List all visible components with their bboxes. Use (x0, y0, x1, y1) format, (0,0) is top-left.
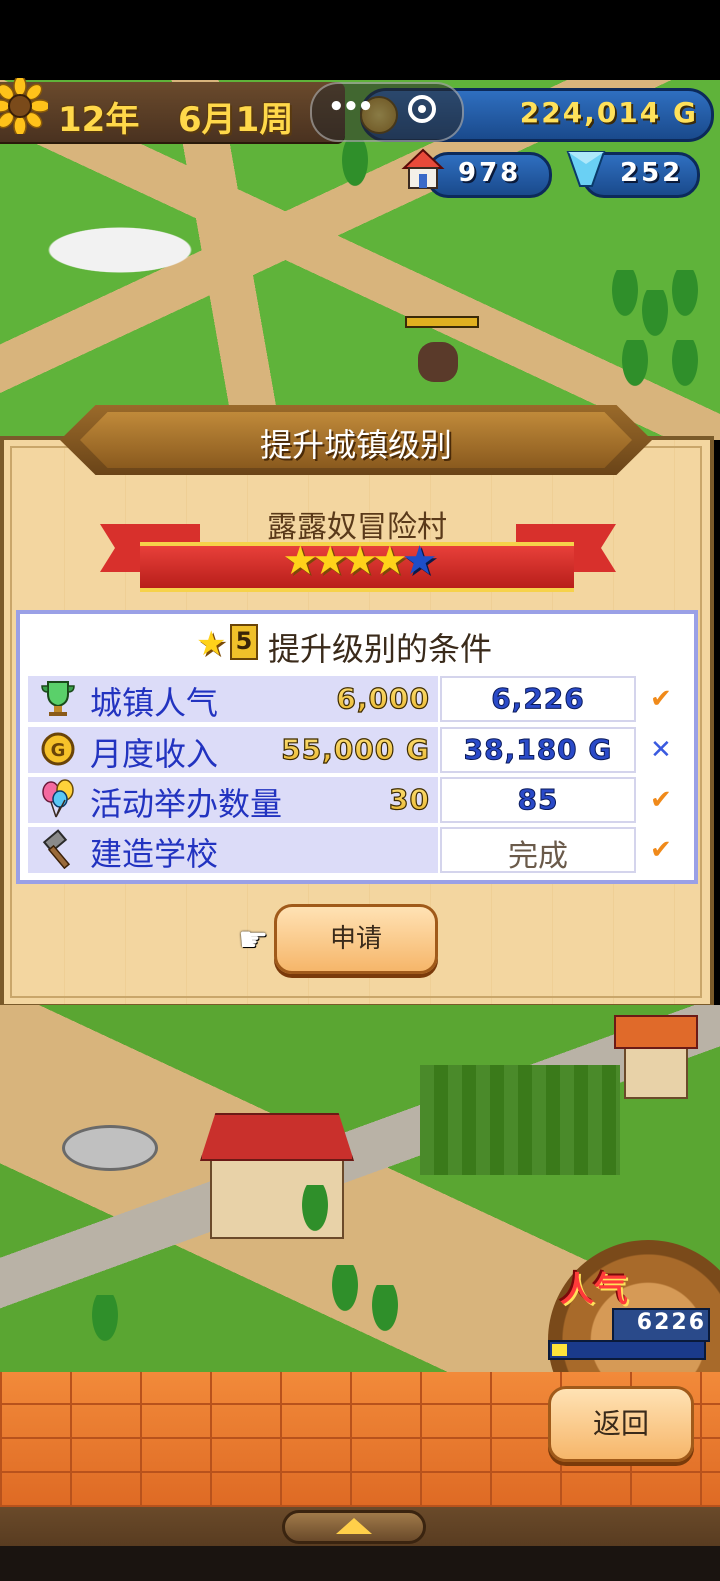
condition-label: 城镇人气 (90, 684, 219, 722)
popularity-progress-bar (548, 1340, 706, 1360)
check-icon: ✔ (650, 785, 672, 815)
popularity-progress-fill (552, 1344, 567, 1356)
star-icon: ★ (196, 624, 227, 664)
star-empty-icon: ★ (401, 538, 438, 584)
popularity-value: 6226 (636, 1310, 706, 1335)
cross-icon: ✕ (650, 735, 672, 765)
house-roof (614, 1015, 698, 1049)
sunflower-icon (0, 75, 51, 137)
adventurer-sprite[interactable] (418, 342, 458, 382)
condition-required: 6,000 (336, 681, 430, 715)
farm-field[interactable] (420, 1065, 620, 1175)
fountain[interactable] (62, 1125, 158, 1171)
tree (610, 270, 640, 320)
crystals-count: 252 (620, 158, 684, 188)
houses-count: 978 (458, 158, 522, 188)
condition-required: 55,000 G (281, 732, 430, 766)
condition-current: 完成 (508, 839, 568, 874)
condition-label: 活动举办数量 (90, 785, 283, 823)
star-rating: ★★★★★ (0, 538, 714, 584)
condition-label: 月度收入 (90, 735, 219, 773)
tree (340, 140, 370, 190)
school-roof (200, 1113, 354, 1161)
trophy-icon (38, 678, 78, 718)
year-label: 12年 (58, 100, 140, 140)
tree (670, 270, 700, 320)
tree (670, 340, 700, 390)
tree (620, 340, 650, 390)
coin-icon: G (38, 729, 78, 769)
hammer-icon (38, 829, 78, 870)
star-filled-icon: ★ (312, 538, 348, 584)
condition-current: 85 (517, 783, 559, 817)
panel-title: 提升城镇级别 (259, 426, 452, 464)
condition-label: 建造学校 (90, 835, 219, 873)
system-status-bar (0, 0, 720, 80)
target-level-badge: 5 (230, 624, 258, 660)
close-target-icon[interactable] (408, 95, 436, 123)
system-nav-area (0, 1546, 720, 1581)
pointing-hand-icon: ☛ (238, 920, 269, 960)
check-icon: ✔ (650, 835, 672, 865)
house-icon (400, 146, 446, 192)
crystal-icon (562, 146, 610, 192)
tree (300, 1185, 330, 1235)
tree (640, 290, 670, 340)
condition-current: 6,226 (491, 682, 585, 716)
month-week-label: 6月1周 (178, 100, 294, 140)
star-filled-icon: ★ (342, 538, 378, 584)
apply-button[interactable]: 申请 (274, 904, 438, 974)
hp-bar (405, 316, 479, 328)
balloon-icon (38, 779, 78, 819)
back-button[interactable]: 返回 (548, 1386, 694, 1462)
gold-amount: 224,014 G (519, 96, 698, 129)
star-filled-icon: ★ (371, 538, 408, 584)
popularity-label: 人气 (560, 1270, 628, 1310)
star-filled-icon: ★ (282, 538, 318, 584)
check-icon: ✔ (650, 684, 672, 714)
up-arrow-icon[interactable] (336, 1518, 372, 1534)
tree (330, 1265, 360, 1315)
tree (370, 1285, 400, 1335)
conditions-title: 提升级别的条件 (268, 630, 493, 668)
condition-required: 30 (388, 782, 430, 816)
more-icon[interactable]: ••• (328, 92, 374, 122)
tree (90, 1295, 120, 1345)
condition-current: 38,180 G (463, 733, 613, 767)
svg-text:G: G (51, 740, 66, 761)
